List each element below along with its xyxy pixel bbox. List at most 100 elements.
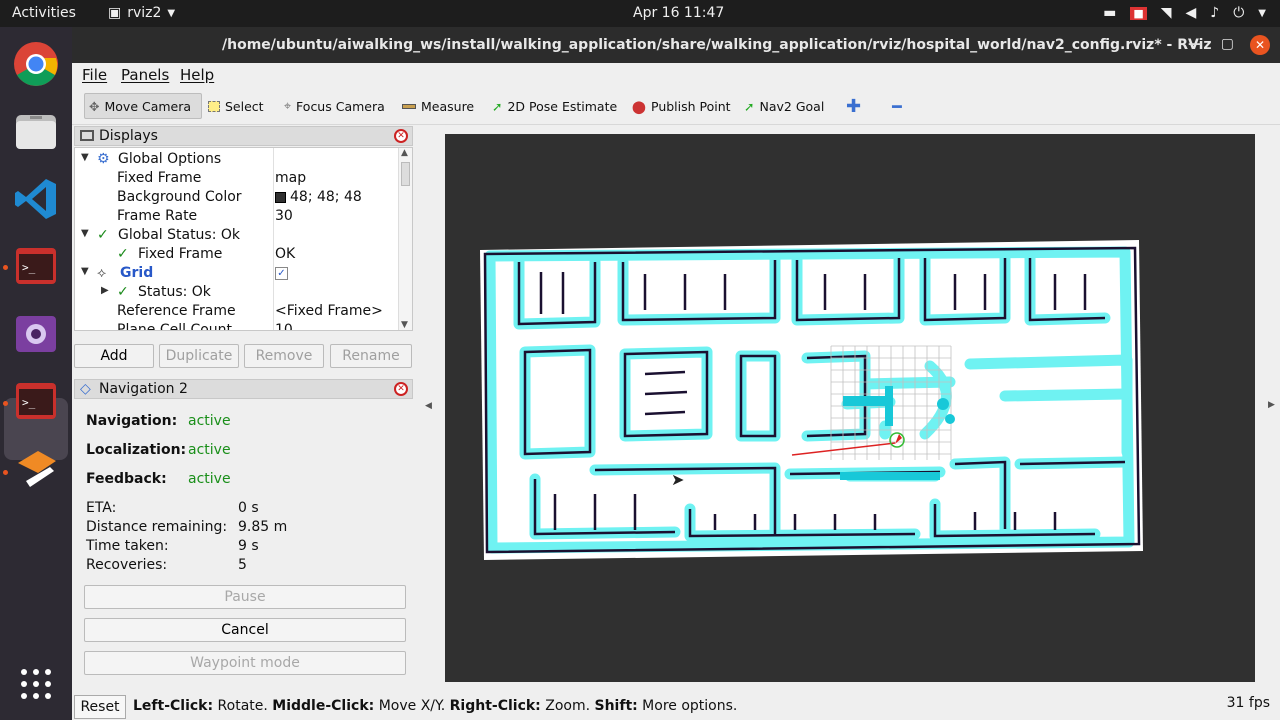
chevron-down-icon: ▼ (167, 7, 176, 19)
move-camera-label: Move Camera (104, 98, 192, 114)
green-arrow-icon: ➚ (744, 98, 755, 114)
grid-checkbox[interactable]: ✓ (275, 267, 288, 280)
close-panel-icon[interactable]: ✕ (394, 382, 408, 396)
waypoint-mode-button[interactable]: Waypoint mode (84, 651, 406, 675)
eta-label: ETA: (86, 500, 117, 516)
focus-camera-label: Focus Camera (296, 98, 385, 114)
map-pin-icon: ⬤ (632, 98, 646, 114)
right-splitter[interactable]: ▶ (1265, 125, 1280, 695)
measure-button[interactable]: Measure (398, 93, 478, 119)
minimize-icon[interactable]: — (1188, 36, 1202, 52)
hint-right-click: Right-Click: (449, 698, 541, 714)
vscode-icon[interactable] (12, 175, 60, 223)
mouse-cursor-icon: ➤ (671, 470, 685, 489)
mouse-hint: Left-Click: Rotate. Middle-Click: Move X… (133, 698, 737, 714)
tree-value[interactable]: 48; 48; 48 (275, 189, 362, 205)
microphone-icon: ♪ (1210, 5, 1220, 21)
terminal-icon[interactable]: >_ (12, 242, 60, 290)
focus-camera-button[interactable]: ⌖ Focus Camera (280, 93, 389, 119)
tree-row-reference-frame[interactable]: Reference Frame <Fixed Frame> (75, 302, 400, 321)
tree-value[interactable]: <Fixed Frame> (275, 303, 383, 319)
toolbar: ✥ Move Camera Select ⌖ Focus Camera Measur… (72, 87, 1280, 125)
terminal-icon[interactable]: >_ (12, 377, 60, 425)
tree-row-grid[interactable]: ▼ ⟡ Grid ✓ (75, 264, 400, 283)
tree-row-plane-cell-count[interactable]: Plane Cell Count 10 (75, 321, 400, 331)
system-tray[interactable]: ▬ ■ ◥ ◀ ♪ ⏻ ▼ (1103, 5, 1266, 21)
publish-point-button[interactable]: ⬤ Publish Point (628, 93, 735, 119)
map-render (480, 240, 1143, 560)
cancel-button[interactable]: Cancel (84, 618, 406, 642)
tree-scrollbar[interactable]: ▲ ▼ (398, 148, 412, 330)
time-taken-value: 9 s (238, 538, 259, 554)
hint-rotate: Rotate. (213, 698, 273, 714)
tree-value[interactable]: map (275, 170, 306, 186)
tree-value[interactable]: 10 (275, 322, 293, 330)
add-button[interactable]: Add (74, 344, 154, 368)
add-tool-icon[interactable]: ✚ (842, 93, 865, 119)
tree-value[interactable]: 30 (275, 208, 293, 224)
close-icon[interactable]: ✕ (1250, 35, 1270, 55)
green-arrow-icon: ➚ (492, 98, 503, 114)
expand-arrow-icon[interactable]: ▼ (81, 228, 89, 239)
tree-label: Status: Ok (138, 284, 211, 300)
3d-viewport[interactable]: ➤ (445, 134, 1255, 682)
scroll-up-icon[interactable]: ▲ (401, 148, 408, 158)
monitor-icon (80, 130, 94, 141)
collapse-left-icon[interactable]: ◀ (425, 401, 432, 411)
menu-help[interactable]: Help (180, 66, 214, 84)
grid-icon: ⟡ (97, 265, 107, 281)
app-grid-icon[interactable] (12, 660, 60, 708)
expand-arrow-icon[interactable]: ▶ (101, 285, 109, 296)
rename-button[interactable]: Rename (330, 344, 412, 368)
tree-row-status-ok[interactable]: ▶ ✓ Status: Ok (75, 283, 400, 302)
tree-row-background-color[interactable]: Background Color 48; 48; 48 (75, 188, 400, 207)
power-icon: ⏻ (1233, 5, 1245, 21)
expand-arrow-icon[interactable]: ▼ (81, 152, 89, 163)
tree-row-fixed-frame[interactable]: Fixed Frame map (75, 169, 400, 188)
top-bar: Activities ▣ rviz2 ▼ Apr 16 11:47 ▬ ■ ◥ … (0, 0, 1280, 27)
nav2-goal-button[interactable]: ➚ Nav2 Goal (740, 93, 828, 119)
move-camera-button[interactable]: ✥ Move Camera (84, 93, 202, 119)
recoveries-label: Recoveries: (86, 557, 168, 573)
app-menu[interactable]: ▣ rviz2 ▼ (108, 5, 175, 21)
tree-label: Global Options (118, 151, 222, 167)
menu-panels[interactable]: Panels (121, 66, 169, 84)
camera-icon[interactable] (12, 310, 60, 358)
expand-arrow-icon[interactable]: ▼ (81, 266, 89, 277)
hint-middle-click: Middle-Click: (272, 698, 375, 714)
screen-record-icon[interactable]: ■ (1130, 6, 1147, 20)
status-bar: Reset Left-Click: Rotate. Middle-Click: … (72, 692, 1280, 720)
navigation-panel-header: ◇ Navigation 2 ✕ (74, 379, 413, 399)
tree-label: Plane Cell Count (117, 322, 233, 331)
menu-file[interactable]: File (82, 66, 107, 84)
scroll-thumb[interactable] (401, 162, 410, 186)
scroll-down-icon[interactable]: ▼ (401, 320, 408, 330)
displays-tree[interactable]: ▼ ⚙ Global Options Fixed Frame map Backg… (74, 147, 413, 331)
files-icon[interactable] (12, 107, 60, 155)
eta-value: 0 s (238, 500, 259, 516)
remove-button[interactable]: Remove (244, 344, 324, 368)
pause-button[interactable]: Pause (84, 585, 406, 609)
close-panel-icon[interactable]: ✕ (394, 129, 408, 143)
tree-row-global-status[interactable]: ▼ ✓ Global Status: Ok (75, 226, 400, 245)
feedback-status-label: Feedback: (86, 471, 167, 487)
pose-estimate-button[interactable]: ➚ 2D Pose Estimate (488, 93, 621, 119)
maximize-icon[interactable]: ▢ (1221, 36, 1234, 52)
color-swatch (275, 191, 286, 203)
window-titlebar[interactable]: /home/ubuntu/aiwalking_ws/install/walkin… (72, 27, 1280, 63)
activities-button[interactable]: Activities (12, 5, 76, 21)
chrome-icon[interactable] (12, 40, 60, 88)
hint-left-click: Left-Click: (133, 698, 214, 714)
tree-row-global-options[interactable]: ▼ ⚙ Global Options (75, 150, 400, 169)
duplicate-button[interactable]: Duplicate (159, 344, 239, 368)
app-name: rviz2 (127, 5, 162, 21)
clock[interactable]: Apr 16 11:47 (633, 5, 724, 21)
remove-tool-icon[interactable]: ━ (888, 93, 906, 119)
collapse-right-icon[interactable]: ▶ (1268, 400, 1275, 410)
tree-row-frame-rate[interactable]: Frame Rate 30 (75, 207, 400, 226)
layers-icon[interactable] (12, 445, 60, 493)
hint-more: More options. (637, 698, 738, 714)
reset-button[interactable]: Reset (74, 695, 126, 719)
tree-row-gs-fixed-frame[interactable]: ✓ Fixed Frame OK (75, 245, 400, 264)
select-button[interactable]: Select (204, 93, 268, 119)
